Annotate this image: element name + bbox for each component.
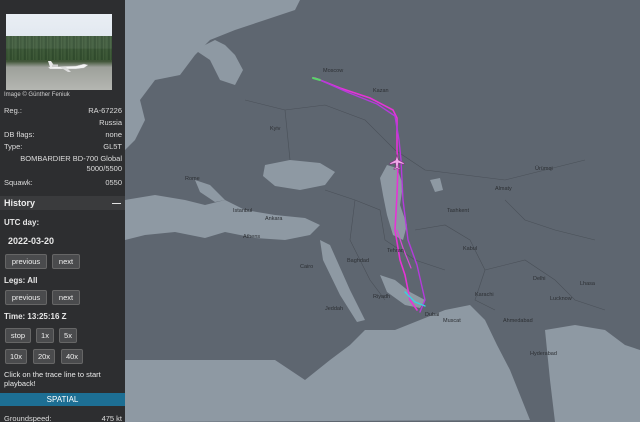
city-label: Cairo — [300, 264, 313, 270]
city-label: Tehran — [387, 248, 404, 254]
model-line1: BOMBARDIER BD-700 Global — [20, 154, 122, 163]
legs-label: Legs: All — [4, 276, 38, 285]
model-line2: 5000/5500 — [86, 164, 122, 173]
dbflags-row: DB flags: none — [4, 130, 122, 139]
time-label: Time: 13:25:16 Z — [4, 312, 67, 321]
speed-stop-button[interactable]: stop — [5, 328, 31, 343]
city-label: Lhasa — [580, 281, 596, 287]
previous-leg-button[interactable]: previous — [5, 290, 47, 305]
groundspeed-label: Groundspeed: — [4, 414, 52, 422]
speed-10x-button[interactable]: 10x — [5, 349, 27, 364]
history-header[interactable]: History — — [0, 196, 125, 210]
spatial-section-header[interactable]: SPATIAL — [0, 393, 125, 406]
country-row: Russia — [4, 118, 122, 127]
history-date: 2022-03-20 — [8, 236, 55, 246]
city-label: Kyiv — [270, 126, 281, 132]
utc-day-label: UTC day: — [4, 218, 40, 227]
speed-40x-button[interactable]: 40x — [61, 349, 83, 364]
map-view[interactable]: Moscow Kazan Ankara Istanbul Kyiv Tehran… — [125, 0, 640, 422]
groundspeed-value: 475 kt — [101, 414, 122, 422]
city-label: Athens — [243, 234, 260, 240]
city-label: Dubai — [425, 312, 439, 318]
aircraft-photo[interactable] — [6, 14, 112, 90]
city-label: Delhi — [533, 276, 546, 282]
speed-20x-button[interactable]: 20x — [33, 349, 55, 364]
reg-row: Reg.: RA-67226 — [4, 106, 122, 115]
country-value: Russia — [99, 118, 122, 127]
city-label: Rome — [185, 176, 200, 182]
city-label: Baghdad — [347, 258, 369, 264]
city-label: Almaty — [495, 186, 512, 192]
collapse-icon[interactable]: — — [112, 198, 121, 208]
city-label: Hyderabad — [530, 351, 557, 357]
speed-5x-button[interactable]: 5x — [59, 328, 77, 343]
type-label: Type: — [4, 142, 23, 151]
squawk-value: 0550 — [105, 178, 122, 187]
city-label: Kabul — [463, 246, 477, 252]
aircraft-image — [47, 61, 89, 72]
city-label: Riyadh — [373, 294, 390, 300]
model-row-2: 5000/5500 — [4, 164, 122, 173]
dbflags-value: none — [105, 130, 122, 139]
city-label: Karachi — [475, 292, 494, 298]
city-label: Kazan — [373, 88, 389, 94]
city-label: Ahmedabad — [503, 318, 533, 324]
map-canvas[interactable]: Moscow Kazan Ankara Istanbul Kyiv Tehran… — [125, 0, 640, 422]
groundspeed-row: Groundspeed: 475 kt — [4, 414, 122, 422]
next-leg-button[interactable]: next — [52, 290, 80, 305]
city-label: Moscow — [323, 68, 343, 74]
city-label: Ürümqi — [535, 165, 553, 172]
previous-day-button[interactable]: previous — [5, 254, 47, 269]
dbflags-label: DB flags: — [4, 130, 35, 139]
type-row: Type: GL5T — [4, 142, 122, 151]
next-day-button[interactable]: next — [52, 254, 80, 269]
city-label: Jeddah — [325, 306, 343, 312]
speed-1x-button[interactable]: 1x — [36, 328, 54, 343]
reg-value: RA-67226 — [88, 106, 122, 115]
city-label: Istanbul — [233, 208, 252, 214]
reg-label: Reg.: — [4, 106, 22, 115]
city-label: Tashkent — [447, 208, 469, 214]
squawk-row: Squawk: 0550 — [4, 178, 122, 187]
sidebar: Image © Günther Feniuk Reg.: RA-67226 Ru… — [0, 0, 125, 422]
playback-hint: Click on the trace line to start playbac… — [4, 370, 101, 388]
photo-trees — [6, 36, 112, 60]
city-label: Lucknow — [550, 296, 572, 302]
squawk-label: Squawk: — [4, 178, 33, 187]
history-title: History — [4, 198, 36, 208]
photo-credit: Image © Günther Feniuk — [4, 92, 70, 98]
city-label: Ankara — [265, 216, 283, 222]
app-root: Image © Günther Feniuk Reg.: RA-67226 Ru… — [0, 0, 640, 422]
city-label: Muscat — [443, 318, 461, 324]
type-value: GL5T — [103, 142, 122, 151]
model-row: BOMBARDIER BD-700 Global — [4, 154, 122, 163]
